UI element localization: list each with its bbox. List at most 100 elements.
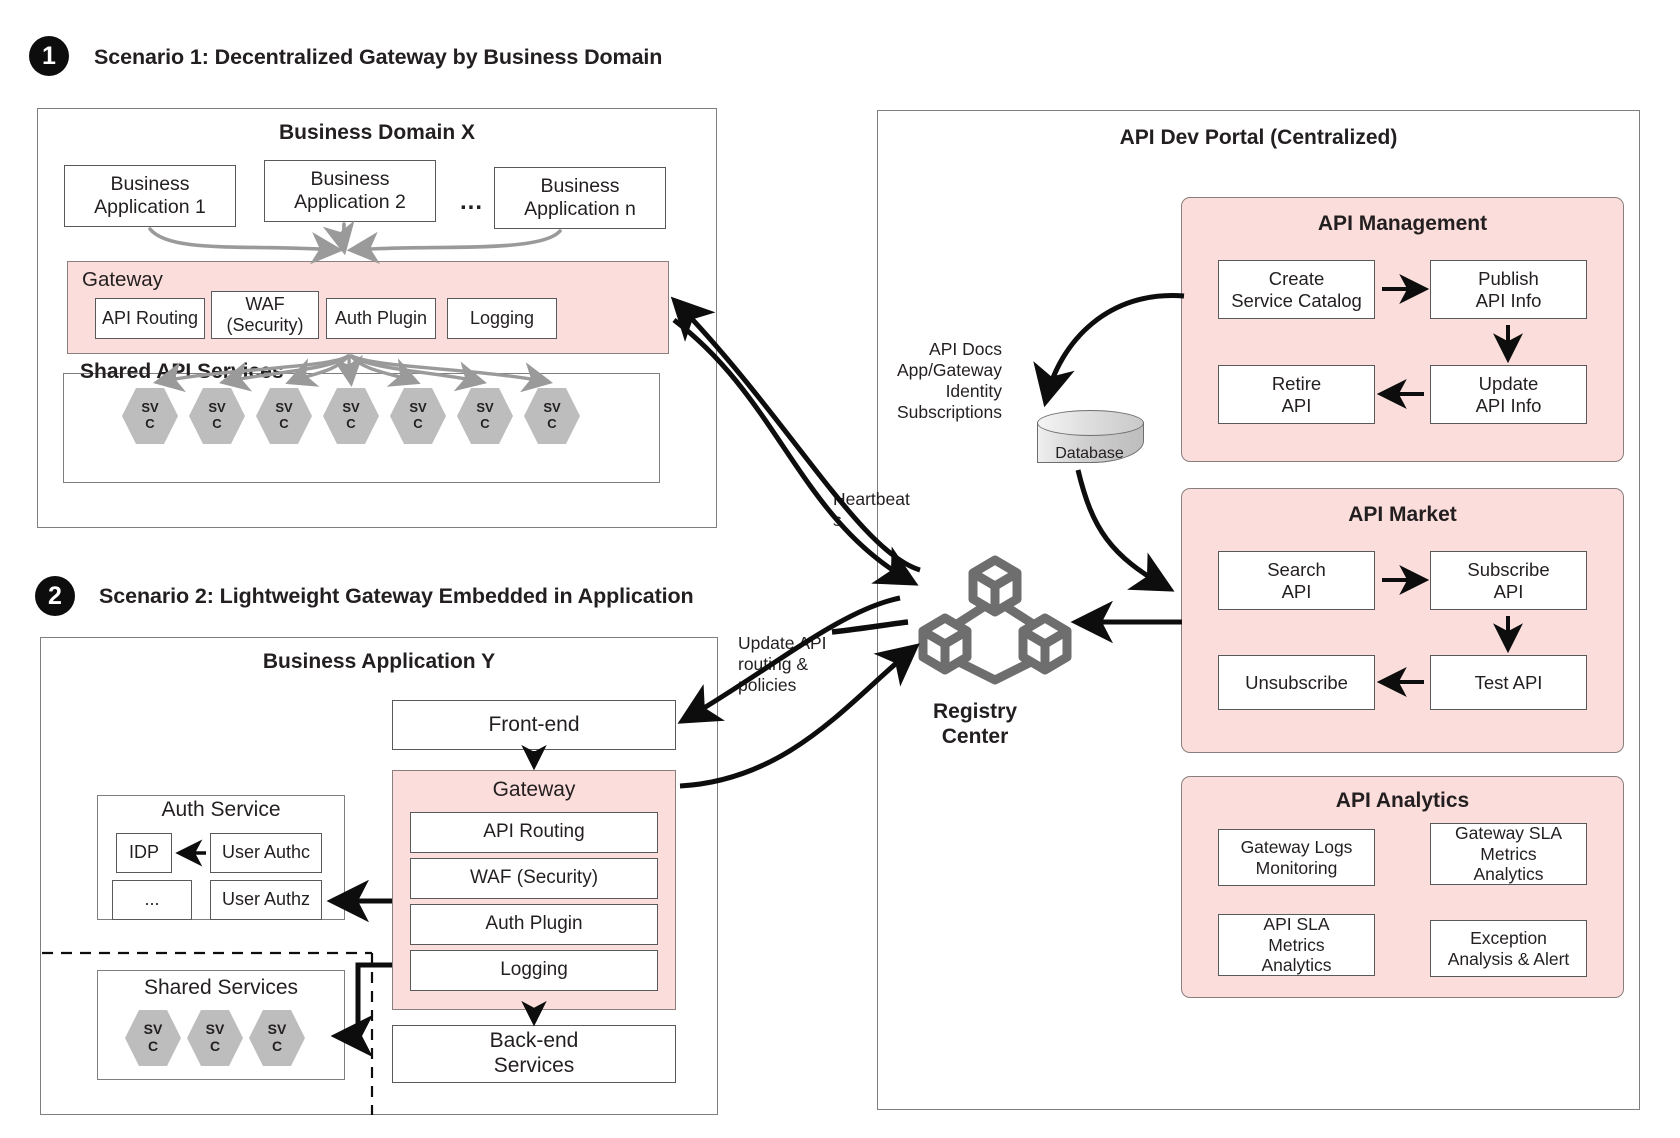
- user-authc-box[interactable]: User Authc: [210, 833, 322, 873]
- business-application-n-line1: Business: [540, 175, 620, 197]
- svc-line2: C: [209, 1038, 221, 1054]
- api-dev-portal-title: API Dev Portal (Centralized): [1119, 126, 1398, 149]
- subscribe-api-box[interactable]: Subscribe API: [1430, 551, 1587, 610]
- search-line2: API: [1281, 580, 1312, 602]
- api-management-title: API Management: [1317, 212, 1488, 235]
- applications-ellipsis: ...: [460, 188, 484, 215]
- svc-line1: SV: [208, 399, 226, 415]
- plugin-api-routing[interactable]: API Routing: [95, 298, 205, 339]
- database-label: Database: [1055, 445, 1124, 462]
- api-docs-annotation: API Docs App/Gateway Identity Subscripti…: [870, 339, 1002, 423]
- publish-api-info-box[interactable]: Publish API Info: [1430, 260, 1587, 319]
- gateway-logs-monitoring-box[interactable]: Gateway Logs Monitoring: [1218, 829, 1375, 886]
- svc-line1: SV: [409, 399, 427, 415]
- retire-line1: Retire: [1271, 372, 1322, 394]
- create-service-catalog-box[interactable]: Create Service Catalog: [1218, 260, 1375, 319]
- database-cylinder-top: [1037, 410, 1144, 436]
- svc-line1: SV: [275, 399, 293, 415]
- svc-line2: C: [212, 416, 222, 431]
- svc-line1: SV: [342, 399, 360, 415]
- update-api-line2: routing &: [738, 654, 809, 674]
- svc-line2: C: [147, 1038, 159, 1054]
- update-line2: API Info: [1475, 394, 1542, 416]
- business-application-n-line2: Application n: [524, 198, 636, 220]
- gateway-sla-line2: Metrics: [1480, 843, 1537, 864]
- business-application-n-box[interactable]: Business Application n: [494, 167, 666, 229]
- update-api-line1: Update API: [738, 633, 827, 653]
- scenario-2-title: Scenario 2: Lightweight Gateway Embedded…: [99, 584, 694, 608]
- svc-line1: SV: [205, 1020, 225, 1037]
- create-line1: Create: [1268, 267, 1325, 289]
- registry-line2: Center: [941, 724, 1009, 748]
- svc-line2: C: [413, 416, 423, 431]
- svc-line2: C: [480, 416, 490, 431]
- plugin-auth-plugin[interactable]: Auth Plugin: [326, 298, 436, 339]
- business-application-y-title: Business Application Y: [262, 650, 496, 673]
- business-domain-x-title: Business Domain X: [278, 121, 476, 144]
- back-end-line1: Back-end: [489, 1029, 579, 1053]
- front-end-box[interactable]: Front-end: [392, 700, 676, 750]
- retire-line2: API: [1281, 394, 1312, 416]
- business-application-1-line1: Business: [110, 173, 190, 195]
- business-application-1-box[interactable]: Business Application 1: [64, 165, 236, 227]
- svc-line1: SV: [543, 399, 561, 415]
- gateway-logs-line1: Gateway Logs: [1240, 836, 1353, 857]
- api-docs-line4: Subscriptions: [896, 402, 1002, 422]
- test-api-box[interactable]: Test API: [1430, 655, 1587, 710]
- business-application-2-line1: Business: [310, 168, 390, 190]
- auth-service-title: Auth Service: [161, 798, 281, 821]
- gateway-sla-line1: Gateway SLA: [1455, 823, 1562, 844]
- unsubscribe-box[interactable]: Unsubscribe: [1218, 655, 1375, 710]
- subscribe-line1: Subscribe: [1467, 558, 1550, 580]
- subscribe-line2: API: [1493, 580, 1524, 602]
- plugin-waf-line2: (Security): [226, 315, 304, 335]
- registry-center-label: Registry Center: [880, 700, 1070, 750]
- shared-services-title: Shared Services: [143, 976, 299, 999]
- svc-line1: SV: [141, 399, 159, 415]
- plugin-waf-line1: WAF: [245, 293, 285, 314]
- update-api-routing-annotation: Update API routing & policies: [738, 633, 868, 696]
- exception-line1: Exception: [1470, 927, 1547, 948]
- svc-line1: SV: [476, 399, 494, 415]
- gateway-sla-line3: Analytics: [1473, 864, 1544, 885]
- plugin-waf-security[interactable]: WAF (Security): [211, 291, 319, 339]
- api-sla-metrics-analytics-box[interactable]: API SLA Metrics Analytics: [1218, 914, 1375, 976]
- svc-line2: C: [271, 1038, 283, 1054]
- auth-ellipsis-box[interactable]: ...: [112, 880, 192, 920]
- update-api-info-box[interactable]: Update API Info: [1430, 365, 1587, 424]
- scenario-2-gateway-label: Gateway: [492, 778, 576, 801]
- api-analytics-title: API Analytics: [1335, 789, 1470, 812]
- idp-box[interactable]: IDP: [116, 833, 172, 873]
- s2-plugin-waf-security[interactable]: WAF (Security): [410, 858, 658, 899]
- scenario-1-gateway-label: Gateway: [82, 268, 163, 291]
- business-application-2-line2: Application 2: [294, 191, 406, 213]
- svc-line1: SV: [267, 1020, 287, 1037]
- heartbeats-line1: Heartbeat: [833, 489, 910, 509]
- svc-line2: C: [346, 416, 356, 431]
- heartbeats-annotation: Heartbeat s: [833, 489, 933, 531]
- exception-analysis-alert-box[interactable]: Exception Analysis & Alert: [1430, 920, 1587, 977]
- search-line1: Search: [1267, 558, 1326, 580]
- business-application-2-box[interactable]: Business Application 2: [264, 160, 436, 222]
- update-line1: Update: [1478, 372, 1539, 394]
- back-end-services-box[interactable]: Back-end Services: [392, 1025, 676, 1083]
- update-api-line3: policies: [738, 675, 797, 695]
- s2-plugin-logging[interactable]: Logging: [410, 950, 658, 991]
- scenario-1-title: Scenario 1: Decentralized Gateway by Bus…: [94, 45, 663, 69]
- publish-line1: Publish: [1478, 267, 1539, 289]
- retire-api-box[interactable]: Retire API: [1218, 365, 1375, 424]
- scenario-1-badge: 1: [29, 36, 69, 76]
- diagram-canvas: 1 Scenario 1: Decentralized Gateway by B…: [0, 0, 1680, 1138]
- registry-line1: Registry: [932, 700, 1018, 723]
- s2-plugin-api-routing[interactable]: API Routing: [410, 812, 658, 853]
- api-sla-line2: Metrics: [1268, 934, 1325, 955]
- gateway-sla-metrics-analytics-box[interactable]: Gateway SLA Metrics Analytics: [1430, 823, 1587, 885]
- plugin-logging[interactable]: Logging: [447, 298, 557, 339]
- api-market-panel: [1181, 488, 1624, 753]
- search-api-box[interactable]: Search API: [1218, 551, 1375, 610]
- back-end-line2: Services: [493, 1054, 575, 1077]
- s2-plugin-auth-plugin[interactable]: Auth Plugin: [410, 904, 658, 945]
- api-market-title: API Market: [1348, 503, 1457, 526]
- publish-line2: API Info: [1475, 289, 1542, 311]
- user-authz-box[interactable]: User Authz: [210, 880, 322, 920]
